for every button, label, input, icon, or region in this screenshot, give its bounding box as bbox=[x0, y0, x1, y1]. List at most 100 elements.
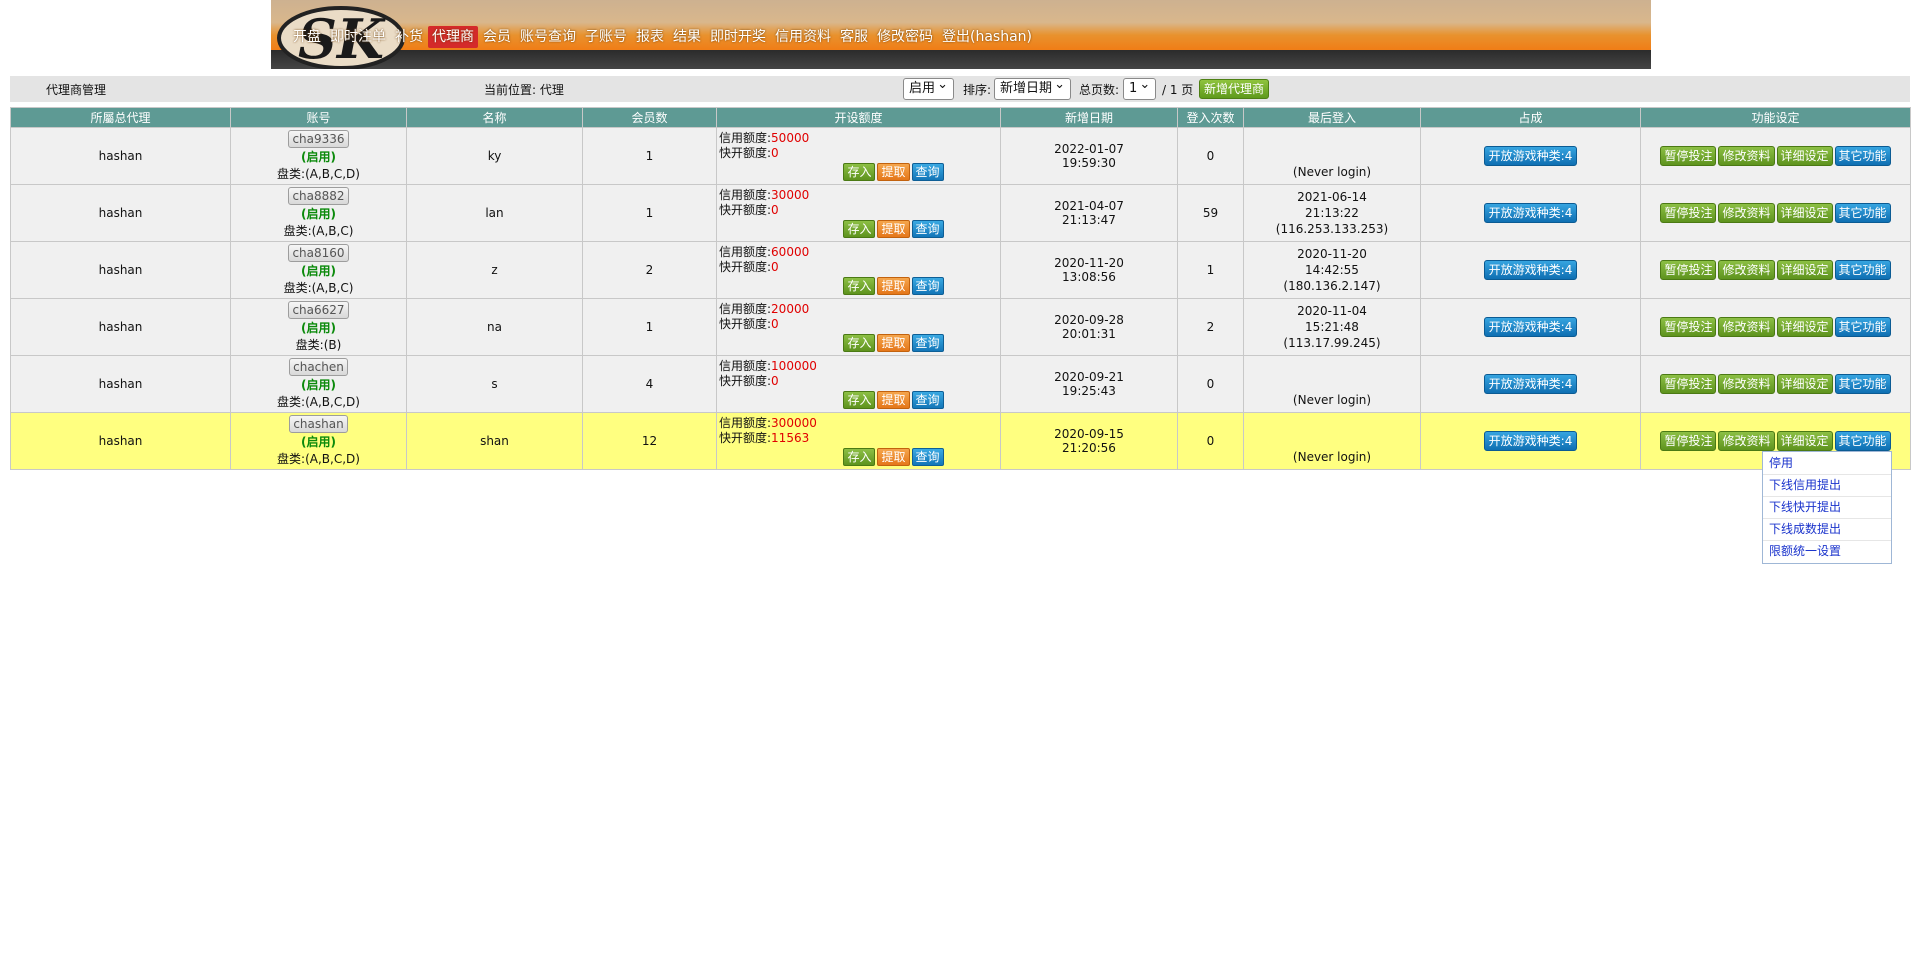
nav-item-11[interactable]: 客服 bbox=[836, 26, 872, 48]
pan-type: 盘类:(A,B,C) bbox=[283, 281, 354, 295]
suspend-button[interactable]: 暂停投注 bbox=[1660, 146, 1717, 166]
edit-button[interactable]: 修改资料 bbox=[1718, 146, 1775, 166]
account-button[interactable]: cha8882 bbox=[288, 187, 349, 205]
deposit-button[interactable]: 存入 bbox=[843, 448, 876, 466]
nav-item-10[interactable]: 信用资料 bbox=[771, 26, 835, 48]
detail-button[interactable]: 详细设定 bbox=[1776, 317, 1833, 337]
new-agent-button[interactable]: 新增代理商 bbox=[1199, 79, 1270, 99]
query-button[interactable]: 查询 bbox=[911, 334, 944, 352]
created-time: 19:25:43 bbox=[1062, 384, 1116, 398]
open-games-button[interactable]: 开放游戏种类:4 bbox=[1483, 146, 1578, 166]
edit-button[interactable]: 修改资料 bbox=[1718, 203, 1775, 223]
detail-button[interactable]: 详细设定 bbox=[1776, 146, 1833, 166]
menu-item-1[interactable]: 下线信用提出 bbox=[1763, 475, 1891, 497]
pan-type: 盘类:(A,B,C,D) bbox=[277, 167, 360, 181]
nav-item-7[interactable]: 报表 bbox=[632, 26, 668, 48]
detail-button[interactable]: 详细设定 bbox=[1776, 431, 1833, 451]
withdraw-button[interactable]: 提取 bbox=[877, 391, 910, 409]
status-select[interactable]: 启用 bbox=[903, 76, 955, 100]
nav-item-0[interactable]: 开盘 bbox=[289, 26, 325, 48]
nav-item-12[interactable]: 修改密码 bbox=[873, 26, 937, 48]
parent-agent: hashan bbox=[98, 434, 143, 448]
last-login-cell: (Never login) bbox=[1243, 127, 1421, 185]
deposit-button[interactable]: 存入 bbox=[843, 163, 876, 181]
account-cell: cha6627 (启用) 盘类:(B) bbox=[230, 298, 407, 356]
nav-item-4[interactable]: 会员 bbox=[479, 26, 515, 48]
edit-button[interactable]: 修改资料 bbox=[1718, 317, 1775, 337]
menu-item-2[interactable]: 下线快开提出 bbox=[1763, 497, 1891, 519]
query-button[interactable]: 查询 bbox=[911, 163, 944, 181]
suspend-button[interactable]: 暂停投注 bbox=[1660, 260, 1717, 280]
account-status: (启用) bbox=[301, 378, 336, 392]
deposit-button[interactable]: 存入 bbox=[843, 220, 876, 238]
nav-item-6[interactable]: 子账号 bbox=[581, 26, 631, 48]
login-count: 0 bbox=[1206, 149, 1215, 163]
last-login-cell: 2020-11-20 14:42:55 (180.136.2.147) bbox=[1243, 241, 1421, 299]
nav-item-8[interactable]: 结果 bbox=[669, 26, 705, 48]
open-games-button[interactable]: 开放游戏种类:4 bbox=[1483, 317, 1578, 337]
other-functions-button[interactable]: 其它功能 bbox=[1834, 203, 1891, 223]
menu-item-3[interactable]: 下线成数提出 bbox=[1763, 519, 1891, 541]
other-functions-button[interactable]: 其它功能 bbox=[1834, 146, 1891, 166]
date-cell: 2021-04-07 21:13:47 bbox=[1000, 184, 1178, 242]
query-button[interactable]: 查询 bbox=[911, 448, 944, 466]
nav-item-13[interactable]: 登出(hashan) bbox=[938, 26, 1036, 48]
member-count: 12 bbox=[641, 434, 658, 448]
sort-select[interactable]: 新增日期 bbox=[994, 76, 1072, 100]
withdraw-button[interactable]: 提取 bbox=[877, 220, 910, 238]
nav-item-2[interactable]: 补货 bbox=[391, 26, 427, 48]
menu-item-4[interactable]: 限额统一设置 bbox=[1763, 541, 1891, 562]
withdraw-button[interactable]: 提取 bbox=[877, 163, 910, 181]
member-count: 1 bbox=[645, 320, 654, 334]
date-cell: 2020-09-15 21:20:56 bbox=[1000, 412, 1178, 470]
edit-button[interactable]: 修改资料 bbox=[1718, 374, 1775, 394]
query-button[interactable]: 查询 bbox=[911, 277, 944, 295]
detail-button[interactable]: 详细设定 bbox=[1776, 203, 1833, 223]
share-cell: 开放游戏种类:4 bbox=[1420, 412, 1641, 470]
other-functions-button[interactable]: 其它功能 bbox=[1834, 317, 1891, 337]
detail-button[interactable]: 详细设定 bbox=[1776, 260, 1833, 280]
deposit-button[interactable]: 存入 bbox=[843, 391, 876, 409]
other-functions-button[interactable]: 其它功能 bbox=[1834, 260, 1891, 280]
created-date: 2021-04-07 bbox=[1054, 199, 1124, 213]
suspend-button[interactable]: 暂停投注 bbox=[1660, 317, 1717, 337]
section-title: 代理商管理 bbox=[46, 82, 107, 97]
edit-button[interactable]: 修改资料 bbox=[1718, 431, 1775, 451]
other-functions-button[interactable]: 其它功能 bbox=[1834, 431, 1891, 451]
page-select[interactable]: 1 bbox=[1123, 76, 1157, 100]
withdraw-button[interactable]: 提取 bbox=[877, 334, 910, 352]
other-functions-button[interactable]: 其它功能 bbox=[1834, 374, 1891, 394]
suspend-button[interactable]: 暂停投注 bbox=[1660, 431, 1717, 451]
suspend-button[interactable]: 暂停投注 bbox=[1660, 374, 1717, 394]
credit-label: 信用额度: bbox=[719, 302, 772, 316]
nav-item-1[interactable]: 即时注单 bbox=[326, 26, 390, 48]
login-count-cell: 59 bbox=[1177, 184, 1244, 242]
account-button[interactable]: cha6627 bbox=[288, 301, 349, 319]
account-cell: chashan (启用) 盘类:(A,B,C,D) bbox=[230, 412, 407, 470]
nav-item-5[interactable]: 账号查询 bbox=[516, 26, 580, 48]
detail-button[interactable]: 详细设定 bbox=[1776, 374, 1833, 394]
edit-button[interactable]: 修改资料 bbox=[1718, 260, 1775, 280]
open-games-button[interactable]: 开放游戏种类:4 bbox=[1483, 260, 1578, 280]
menu-item-0[interactable]: 停用 bbox=[1763, 453, 1891, 475]
account-button[interactable]: chashan bbox=[289, 415, 348, 433]
account-button[interactable]: cha9336 bbox=[288, 130, 349, 148]
account-button[interactable]: cha8160 bbox=[288, 244, 349, 262]
deposit-button[interactable]: 存入 bbox=[843, 334, 876, 352]
last-login-cell: (Never login) bbox=[1243, 412, 1421, 470]
deposit-button[interactable]: 存入 bbox=[843, 277, 876, 295]
open-games-button[interactable]: 开放游戏种类:4 bbox=[1483, 374, 1578, 394]
agent-table: 所屬总代理 账号 名称 会员数 开设额度 新增日期 登入次数 最后登入 占成 功能设定 hasha… bbox=[10, 107, 1911, 470]
nav-item-3[interactable]: 代理商 bbox=[428, 26, 478, 48]
quick-value: 0 bbox=[771, 146, 779, 160]
open-games-button[interactable]: 开放游戏种类:4 bbox=[1483, 203, 1578, 223]
withdraw-button[interactable]: 提取 bbox=[877, 448, 910, 466]
nav-item-9[interactable]: 即时开奖 bbox=[706, 26, 770, 48]
created-time: 13:08:56 bbox=[1062, 270, 1116, 284]
withdraw-button[interactable]: 提取 bbox=[877, 277, 910, 295]
query-button[interactable]: 查询 bbox=[911, 220, 944, 238]
open-games-button[interactable]: 开放游戏种类:4 bbox=[1483, 431, 1578, 451]
account-button[interactable]: chachen bbox=[289, 358, 348, 376]
query-button[interactable]: 查询 bbox=[911, 391, 944, 409]
suspend-button[interactable]: 暂停投注 bbox=[1660, 203, 1717, 223]
